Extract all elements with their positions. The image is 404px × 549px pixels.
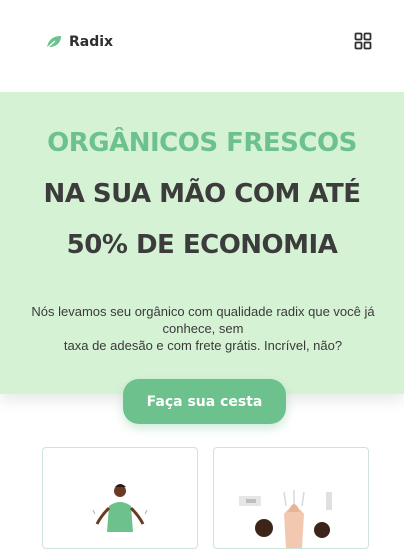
hero-description-line-1: Nós levamos seu orgânico com qualidade r… xyxy=(31,304,375,336)
team-illustration xyxy=(239,490,332,548)
hero-title-line-2: NA SUA MÃO COM ATÉ xyxy=(43,179,361,209)
person-illustration xyxy=(92,484,148,532)
hero-description: Nós levamos seu orgânico com qualidade r… xyxy=(8,303,398,354)
menu-button[interactable] xyxy=(354,32,374,52)
top-header: Radix xyxy=(0,0,404,92)
leaf-icon xyxy=(46,36,61,49)
hero-title-line-1: ORGÂNICOS FRESCOS xyxy=(47,128,357,158)
brand-name: Radix xyxy=(69,34,114,50)
hero-description-line-2: taxa de adesão e com frete grátis. Incrí… xyxy=(63,338,343,353)
brand-logo[interactable]: Radix xyxy=(46,34,113,50)
feature-card-2 xyxy=(213,447,369,549)
hero-title-line-3: 50% DE ECONOMIA xyxy=(66,230,338,260)
feature-card-1 xyxy=(42,447,198,549)
hero-section: ORGÂNICOS FRESCOS NA SUA MÃO COM ATÉ 50%… xyxy=(0,92,404,394)
cta-button[interactable]: Faça sua cesta xyxy=(123,379,286,424)
grid-icon xyxy=(354,32,372,50)
